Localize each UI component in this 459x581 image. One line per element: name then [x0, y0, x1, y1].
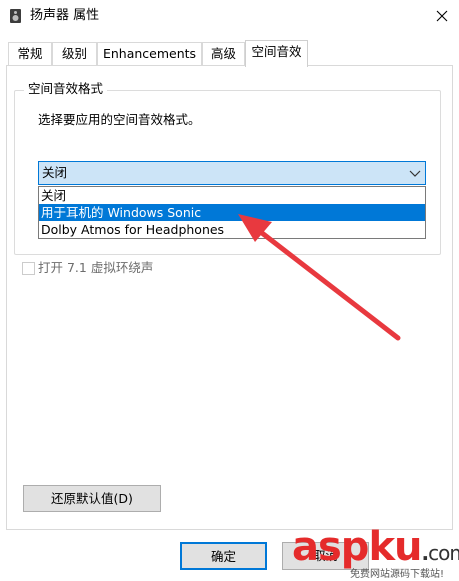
virtual-surround-label: 打开 7.1 虚拟环绕声: [38, 260, 154, 275]
tab-general[interactable]: 常规: [8, 42, 52, 66]
virtual-surround-checkbox[interactable]: [22, 262, 35, 275]
ok-button[interactable]: 确定: [180, 542, 267, 570]
group-label: 空间音效格式: [24, 81, 108, 97]
dropdown-option-windows-sonic[interactable]: 用于耳机的 Windows Sonic: [39, 204, 425, 221]
window-title: 扬声器 属性: [30, 8, 100, 23]
spatial-format-dropdown[interactable]: 关闭: [38, 161, 426, 185]
title-bar: 扬声器 属性: [0, 0, 459, 32]
chevron-down-icon: [408, 167, 422, 179]
restore-defaults-button[interactable]: 还原默认值(D): [23, 485, 161, 512]
tab-strip: 常规 级别 Enhancements 高级 空间音效: [0, 40, 459, 67]
dropdown-option-dolby-atmos[interactable]: Dolby Atmos for Headphones: [39, 221, 425, 238]
tab-enhancements[interactable]: Enhancements: [97, 42, 202, 66]
watermark-subtitle: 免费网站源码下载站!: [350, 569, 445, 580]
watermark-logo: aspku.com 免费网站源码下载站!: [292, 524, 459, 581]
tab-levels[interactable]: 级别: [52, 42, 97, 66]
close-button[interactable]: [425, 0, 459, 32]
dropdown-list: 关闭 用于耳机的 Windows Sonic Dolby Atmos for H…: [38, 186, 426, 239]
tab-advanced[interactable]: 高级: [202, 42, 245, 66]
watermark-brand-a: asp: [292, 524, 369, 570]
close-icon: [436, 10, 448, 22]
tab-spatial-sound[interactable]: 空间音效: [245, 40, 308, 67]
watermark-brand-b: ku: [368, 524, 422, 570]
format-description: 选择要应用的空间音效格式。: [38, 112, 201, 127]
dropdown-option-off[interactable]: 关闭: [39, 187, 425, 204]
watermark-com: com: [428, 541, 459, 565]
dropdown-selected-value: 关闭: [42, 165, 68, 180]
speaker-icon: [8, 8, 24, 24]
